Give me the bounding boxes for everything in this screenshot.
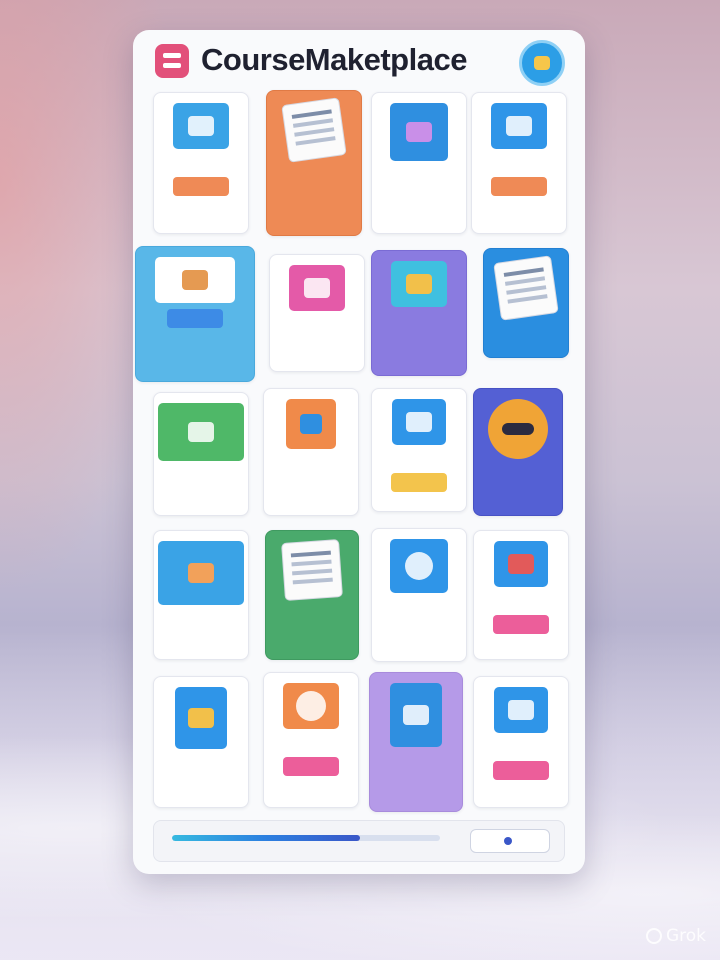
document-icon xyxy=(281,539,343,601)
profile-avatar-icon[interactable] xyxy=(519,40,565,86)
course-card[interactable] xyxy=(473,530,569,660)
app-window: CourseMaketplace xyxy=(133,30,585,874)
footer-action-button[interactable] xyxy=(470,829,550,853)
course-card-text xyxy=(194,613,209,625)
course-thumbnail-icon xyxy=(175,687,227,749)
grok-logo-icon xyxy=(645,928,662,944)
course-card-text xyxy=(514,741,529,753)
course-card-text xyxy=(194,757,209,769)
course-card-text xyxy=(412,601,427,613)
course-progress-fill xyxy=(172,835,360,841)
course-card[interactable] xyxy=(371,92,467,234)
course-thumbnail-icon xyxy=(289,265,345,311)
course-card-text xyxy=(512,157,527,169)
course-enroll-button[interactable] xyxy=(391,473,447,492)
watermark-label: Grok xyxy=(665,926,706,946)
app-title: CourseMaketplace xyxy=(201,42,467,77)
course-card-text xyxy=(304,457,319,469)
course-card-text xyxy=(188,336,203,348)
course-card[interactable] xyxy=(135,246,255,382)
course-card-text xyxy=(310,319,325,331)
footer-bar xyxy=(153,820,565,862)
course-thumbnail-icon xyxy=(155,257,235,303)
course-card[interactable] xyxy=(371,250,467,376)
course-thumbnail-icon xyxy=(173,103,229,149)
course-card[interactable] xyxy=(269,254,365,372)
course-thumbnail-icon xyxy=(283,683,339,729)
course-card[interactable] xyxy=(369,672,463,812)
course-card-text xyxy=(304,737,319,749)
course-card[interactable] xyxy=(265,530,359,660)
course-card[interactable] xyxy=(483,248,569,358)
course-thumbnail-icon xyxy=(491,103,547,149)
course-card-text xyxy=(412,453,427,465)
course-card[interactable] xyxy=(473,388,563,516)
course-card[interactable] xyxy=(153,392,249,516)
course-thumbnail-icon xyxy=(390,539,448,593)
course-card-text xyxy=(194,157,209,169)
course-card[interactable] xyxy=(266,90,362,236)
course-enroll-button[interactable] xyxy=(167,309,223,328)
course-card-text xyxy=(510,467,526,482)
course-card[interactable] xyxy=(153,92,249,234)
course-enroll-button[interactable] xyxy=(283,757,339,776)
course-thumbnail-icon xyxy=(390,683,442,747)
course-card-text xyxy=(514,595,529,607)
course-thumbnail-icon xyxy=(390,103,448,161)
course-card[interactable] xyxy=(153,530,249,660)
course-card-text xyxy=(305,607,320,619)
course-progress-bar xyxy=(172,835,440,841)
course-card-text xyxy=(409,755,424,767)
course-thumbnail-icon xyxy=(158,541,244,605)
course-card[interactable] xyxy=(371,528,467,662)
course-thumbnail-icon xyxy=(391,261,447,307)
course-card[interactable] xyxy=(371,388,467,512)
mascot-face-icon xyxy=(488,399,548,459)
course-enroll-button[interactable] xyxy=(493,761,549,780)
course-thumbnail-icon xyxy=(286,399,336,449)
course-card[interactable] xyxy=(263,672,359,808)
course-thumbnail-icon xyxy=(392,399,446,445)
course-enroll-button[interactable] xyxy=(491,177,547,196)
course-card[interactable] xyxy=(263,388,359,516)
course-card[interactable] xyxy=(153,676,249,808)
course-thumbnail-icon xyxy=(494,687,548,733)
document-icon xyxy=(281,97,347,163)
course-enroll-button[interactable] xyxy=(493,615,549,634)
course-card-text xyxy=(412,315,427,327)
course-card[interactable] xyxy=(471,92,567,234)
menu-logo-icon[interactable] xyxy=(155,44,189,78)
course-card-text xyxy=(307,185,322,197)
grok-watermark: Grok xyxy=(645,926,706,946)
course-card[interactable] xyxy=(473,676,569,808)
footer-dot-icon xyxy=(504,837,512,845)
course-card-text xyxy=(194,469,209,481)
course-card-text xyxy=(412,177,427,189)
course-thumbnail-icon xyxy=(494,541,548,587)
course-enroll-button[interactable] xyxy=(173,177,229,196)
document-icon xyxy=(493,255,559,321)
course-thumbnail-icon xyxy=(158,403,244,461)
